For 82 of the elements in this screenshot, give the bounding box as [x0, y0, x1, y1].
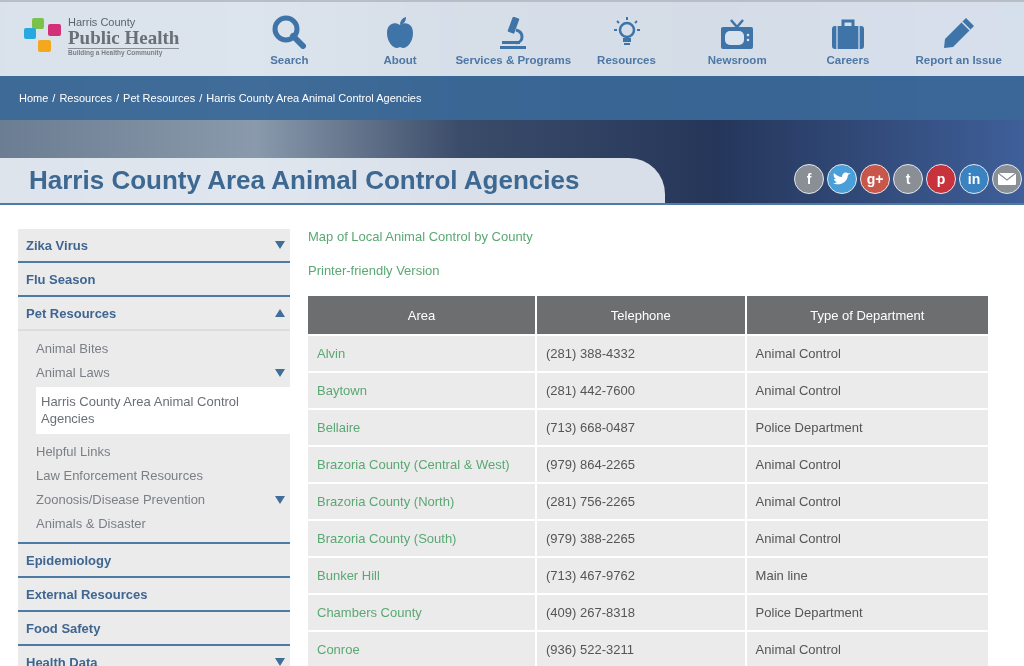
table-cell: Animal Control: [745, 520, 988, 557]
text-link[interactable]: Printer-friendly Version: [308, 263, 988, 291]
expand-caret-icon[interactable]: [275, 241, 285, 249]
nav-link[interactable]: Services & Programs: [455, 17, 572, 66]
nav-link[interactable]: Newsroom: [681, 19, 793, 66]
area-link-cell[interactable]: Brazoria County (North): [308, 483, 536, 520]
column-header: Type of Department: [745, 296, 988, 335]
bird-icon[interactable]: [827, 164, 857, 194]
sidebar-item[interactable]: Zika Virus: [18, 229, 290, 261]
breadcrumb-link[interactable]: Harris County Area Animal Control Agencies: [206, 92, 422, 104]
submenu-item[interactable]: Zoonosis/Disease Prevention: [36, 488, 290, 512]
table-cell: Animal Control: [745, 631, 988, 666]
table-cell: Animal Control: [745, 483, 988, 520]
area-link-cell[interactable]: Alvin: [308, 335, 536, 372]
table-cell: (936) 522-3211: [536, 631, 746, 666]
area-link-cell[interactable]: Chambers County: [308, 594, 536, 631]
area-link-cell[interactable]: Bellaire: [308, 409, 536, 446]
television-icon: [721, 19, 754, 49]
table-cell: Police Department: [745, 594, 988, 631]
area-link-cell[interactable]: Bunker Hill: [308, 557, 536, 594]
table-cell: (409) 267-8318: [536, 594, 746, 631]
submenu-item[interactable]: Animals & Disaster: [36, 512, 290, 536]
area-link-cell[interactable]: Brazoria County (South): [308, 520, 536, 557]
column-header: Area: [308, 296, 536, 335]
table-cell: (979) 864-2265: [536, 446, 746, 483]
table-cell: (281) 756-2265: [536, 483, 746, 520]
submenu-item[interactable]: Animal Laws: [36, 361, 290, 385]
nav-link[interactable]: About: [344, 17, 456, 66]
table-cell: Main line: [745, 557, 988, 594]
microscope-icon: [500, 17, 527, 49]
sidebar-item[interactable]: Pet Resources: [18, 295, 290, 331]
search-icon: [272, 15, 307, 49]
nav-link[interactable]: Search: [234, 15, 345, 66]
social-share-button[interactable]: g+: [860, 164, 890, 194]
text-link[interactable]: Map of Local Animal Control by County: [308, 229, 988, 257]
submenu-item[interactable]: Harris County Area Animal Control Agencies: [36, 387, 290, 434]
expand-caret-icon[interactable]: [275, 495, 285, 504]
table-cell: Animal Control: [745, 372, 988, 409]
table-cell: Animal Control: [745, 446, 988, 483]
submenu-item[interactable]: Law Enforcement Resources: [36, 464, 290, 488]
sidebar-item[interactable]: Food Safety: [18, 610, 290, 644]
nav-link[interactable]: Report an Issue: [903, 17, 1014, 66]
expand-caret-icon[interactable]: [275, 658, 285, 666]
social-share-button[interactable]: in: [959, 164, 989, 194]
table-cell: (713) 467-9762: [536, 557, 746, 594]
envelope-icon[interactable]: [992, 164, 1022, 194]
sidebar-item[interactable]: Flu Season: [18, 261, 290, 295]
social-share-button[interactable]: p: [926, 164, 956, 194]
sidebar-item[interactable]: Epidemiology: [18, 542, 290, 576]
nav-link[interactable]: Resources: [571, 17, 682, 66]
column-header: Telephone: [536, 296, 746, 335]
breadcrumb-link[interactable]: Home: [19, 92, 49, 104]
submenu-item[interactable]: Helpful Links: [36, 440, 290, 464]
apple-icon: [386, 17, 415, 49]
table-cell: (713) 668-0487: [536, 409, 746, 446]
breadcrumb-link[interactable]: Resources: [59, 92, 112, 104]
social-share-button[interactable]: f: [794, 164, 824, 194]
collapse-caret-icon[interactable]: [275, 309, 285, 317]
nav-link[interactable]: Careers: [792, 19, 904, 66]
table-cell: (979) 388-2265: [536, 520, 746, 557]
area-link-cell[interactable]: Conroe: [308, 631, 536, 666]
area-link-cell[interactable]: Brazoria County (Central & West): [308, 446, 536, 483]
breadcrumb-separator: /: [116, 92, 120, 104]
table-cell: (281) 388-4332: [536, 335, 746, 372]
logo-name-text: Public Health: [68, 27, 180, 48]
expand-caret-icon[interactable]: [275, 368, 285, 377]
briefcase-icon: [831, 19, 864, 49]
logo-icon: [24, 18, 62, 54]
table-cell: Animal Control: [745, 335, 988, 372]
table-cell: Police Department: [745, 409, 988, 446]
page-title: Harris County Area Animal Control Agencies: [29, 165, 580, 196]
logo-county-text: Harris County: [68, 15, 137, 28]
breadcrumb-separator: /: [52, 92, 56, 104]
breadcrumb-separator: /: [199, 92, 203, 104]
area-link-cell[interactable]: Baytown: [308, 372, 536, 409]
submenu-item[interactable]: Animal Bites: [36, 337, 290, 361]
breadcrumb-link[interactable]: Pet Resources: [123, 92, 196, 104]
social-share-button[interactable]: t: [893, 164, 923, 194]
sidebar-item[interactable]: External Resources: [18, 576, 290, 610]
table-cell: (281) 442-7600: [536, 372, 746, 409]
sidebar-item[interactable]: Health Data: [18, 644, 290, 666]
pencil-icon: [942, 17, 975, 49]
